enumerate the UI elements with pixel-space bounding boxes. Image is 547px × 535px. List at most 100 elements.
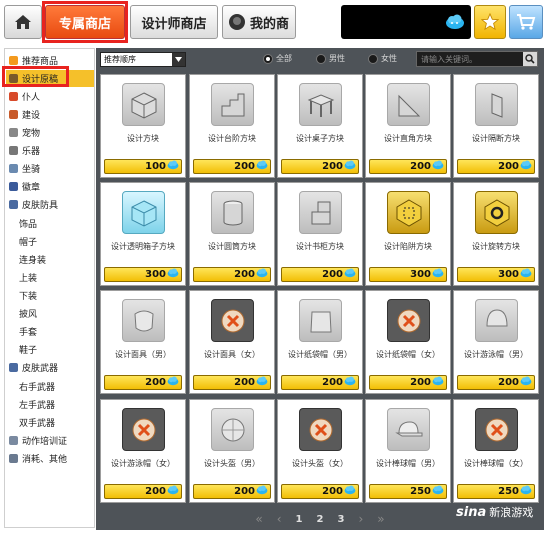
product-card[interactable]: 设计棒球帽（男） 250: [365, 399, 451, 503]
product-name: 设计游泳帽（女）: [111, 459, 175, 468]
buy-price-button[interactable]: 200: [193, 375, 271, 390]
product-card[interactable]: 设计棒球帽（女） 250: [453, 399, 539, 503]
sidebar-item-consumables[interactable]: 消耗、其他: [6, 450, 94, 467]
product-card[interactable]: 设计隔断方块 200: [453, 74, 539, 178]
filter-female[interactable]: 女性: [368, 53, 397, 64]
page-2[interactable]: 2: [317, 514, 324, 525]
tab-exclusive-shop[interactable]: 专属商店: [45, 5, 125, 39]
sidebar-item-skin-armor[interactable]: 皮肤防具: [6, 196, 94, 213]
tab-my-shop[interactable]: 我的商: [222, 5, 296, 39]
cart-button[interactable]: [509, 5, 543, 39]
currency-icon: [520, 160, 532, 173]
favorites-button[interactable]: [474, 5, 506, 39]
sidebar-item-pet[interactable]: 宠物: [6, 124, 94, 141]
sidebar-item-overall[interactable]: 连身装: [6, 251, 94, 268]
product-card[interactable]: 设计纸袋帽（女） 200: [365, 290, 451, 394]
buy-price-button[interactable]: 200: [457, 375, 535, 390]
product-card[interactable]: 设计游泳帽（男） 200: [453, 290, 539, 394]
buy-price-button[interactable]: 200: [193, 159, 271, 174]
sidebar-item-label: 动作培训证: [22, 437, 68, 447]
currency-icon: [344, 485, 356, 498]
radio-icon: [316, 53, 326, 64]
last-page-button[interactable]: »: [377, 512, 384, 526]
filter-male[interactable]: 男性: [316, 53, 345, 64]
currency-icon: [520, 268, 532, 281]
buy-price-button[interactable]: 200: [104, 375, 182, 390]
sort-dropdown[interactable]: 推荐顺序: [100, 52, 186, 67]
sidebar-item-two-hand-weapon[interactable]: 双手武器: [6, 414, 94, 431]
search-icon[interactable]: [523, 52, 537, 66]
product-name: 设计头盔（男）: [204, 459, 260, 468]
product-card[interactable]: 设计透明箱子方块 300: [100, 182, 186, 286]
buy-price-button[interactable]: 300: [369, 267, 447, 282]
sidebar-item-construction[interactable]: 建设: [6, 106, 94, 123]
sidebar-item-accessory[interactable]: 饰品: [6, 215, 94, 232]
product-card[interactable]: 设计陷阱方块 300: [365, 182, 451, 286]
buy-price-button[interactable]: 200: [369, 375, 447, 390]
buy-price-button[interactable]: 200: [193, 267, 271, 282]
product-card[interactable]: 设计头盔（女） 200: [277, 399, 363, 503]
page-1[interactable]: 1: [296, 514, 303, 525]
sidebar-item-badge[interactable]: 徽章: [6, 178, 94, 195]
home-button[interactable]: [4, 5, 42, 39]
currency-icon: [432, 485, 444, 498]
product-card[interactable]: 设计旋转方块 300: [453, 182, 539, 286]
sidebar-highlight-box: [2, 66, 69, 87]
x-mark-icon: [299, 408, 342, 451]
product-price: 250: [410, 486, 431, 497]
buy-price-button[interactable]: 200: [193, 484, 271, 499]
buy-price-button[interactable]: 300: [457, 267, 535, 282]
sidebar-item-mount[interactable]: 坐骑: [6, 160, 94, 177]
filter-all[interactable]: 全部: [263, 53, 292, 64]
product-card[interactable]: 设计方块 100: [100, 74, 186, 178]
sidebar-item-right-weapon[interactable]: 右手武器: [6, 378, 94, 395]
buy-price-button[interactable]: 200: [457, 159, 535, 174]
sidebar-item-gloves[interactable]: 手套: [6, 323, 94, 340]
sidebar-item-skin-weapon[interactable]: 皮肤武器: [6, 359, 94, 376]
buy-price-button[interactable]: 200: [281, 159, 359, 174]
buy-price-button[interactable]: 200: [104, 484, 182, 499]
x-mark-icon: [387, 299, 430, 342]
buy-price-button[interactable]: 300: [104, 267, 182, 282]
buy-price-button[interactable]: 250: [457, 484, 535, 499]
sidebar-item-top[interactable]: 上装: [6, 269, 94, 286]
sidebar-item-hat[interactable]: 帽子: [6, 233, 94, 250]
first-page-button[interactable]: «: [255, 512, 262, 526]
product-card[interactable]: 设计游泳帽（女） 200: [100, 399, 186, 503]
sidebar-item-cape[interactable]: 披风: [6, 305, 94, 322]
product-price: 200: [234, 269, 255, 280]
product-price: 200: [410, 161, 431, 172]
buy-price-button[interactable]: 200: [281, 484, 359, 499]
product-card[interactable]: 设计圆筒方块 200: [189, 182, 275, 286]
buy-price-button[interactable]: 200: [281, 375, 359, 390]
search-input[interactable]: 请输入关键词。: [416, 51, 538, 67]
buy-price-button[interactable]: 250: [369, 484, 447, 499]
tab-designer-shop[interactable]: 设计师商店: [130, 5, 218, 39]
product-card[interactable]: 设计头盔（男） 200: [189, 399, 275, 503]
product-card[interactable]: 设计纸袋帽（男） 200: [277, 290, 363, 394]
sidebar-item-left-weapon[interactable]: 左手武器: [6, 396, 94, 413]
buy-price-button[interactable]: 200: [281, 267, 359, 282]
product-card[interactable]: 设计直角方块 200: [365, 74, 451, 178]
buy-price-button[interactable]: 200: [369, 159, 447, 174]
page-3[interactable]: 3: [337, 514, 344, 525]
product-card[interactable]: 设计书柜方块 200: [277, 182, 363, 286]
next-page-button[interactable]: ›: [358, 512, 363, 526]
product-card[interactable]: 设计面具（女） 200: [189, 290, 275, 394]
sidebar-item-action-license[interactable]: 动作培训证: [6, 432, 94, 449]
balance-display: [341, 5, 471, 39]
product-card[interactable]: 设计桌子方块 200: [277, 74, 363, 178]
sidebar-item-label: 双手武器: [19, 419, 56, 429]
sidebar-item-shoes[interactable]: 鞋子: [6, 341, 94, 358]
product-card[interactable]: 设计台阶方块 200: [189, 74, 275, 178]
product-price: 200: [234, 161, 255, 172]
sidebar-item-label: 宠物: [22, 129, 41, 139]
sidebar-item-servant[interactable]: 仆人: [6, 88, 94, 105]
buy-price-button[interactable]: 100: [104, 159, 182, 174]
sidebar-item-label: 乐器: [22, 147, 41, 157]
sidebar-item-instrument[interactable]: 乐器: [6, 142, 94, 159]
prev-page-button[interactable]: ‹: [277, 512, 282, 526]
sidebar-item-bottom[interactable]: 下装: [6, 287, 94, 304]
category-sidebar: 推荐商品 设计原稿 仆人 建设 宠物 乐器 坐骑 徽章 皮肤防具 饰品 帽子 连…: [4, 48, 95, 528]
product-card[interactable]: 设计面具（男） 200: [100, 290, 186, 394]
